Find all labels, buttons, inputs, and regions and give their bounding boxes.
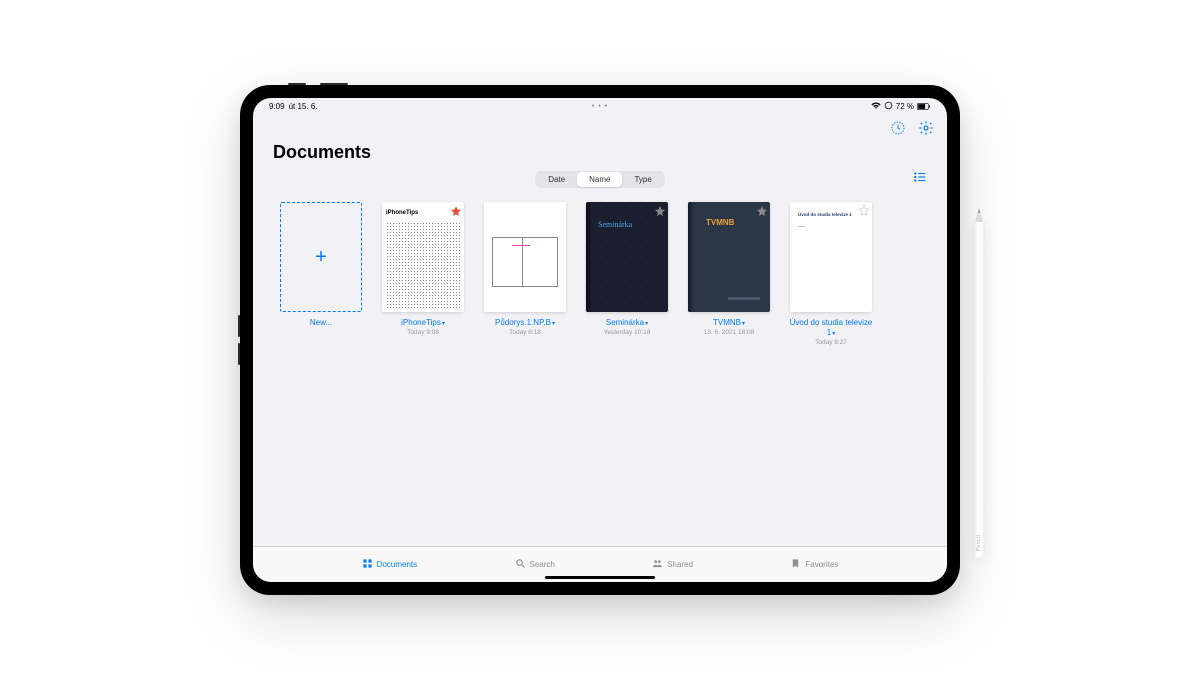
top-button [288, 83, 306, 85]
document-item[interactable]: TVMNB TVMNB▾ 13. 6. 2021 18:08 [685, 202, 773, 336]
document-item[interactable]: Půdorys.1.NP.B▾ Today 8:18 [481, 202, 569, 336]
favorite-star-icon[interactable] [654, 204, 666, 216]
document-thumbnail: Seminárka [586, 202, 668, 312]
power-button [320, 83, 348, 85]
tab-label: Search [530, 560, 555, 569]
document-thumbnail: TVMNB [688, 202, 770, 312]
sort-type[interactable]: Type [622, 172, 663, 187]
top-toolbar [253, 114, 947, 142]
page-title: Documents [253, 142, 947, 171]
favorite-star-icon[interactable] [756, 204, 768, 216]
document-thumbnail: Úvod do studia televize 1 —— [790, 202, 872, 312]
battery-icon [917, 103, 931, 110]
thumbnail-label: TVMNB [706, 218, 734, 227]
tab-label: Documents [377, 560, 417, 569]
thumbnail-title: Úvod do studia televize 1 [798, 212, 864, 218]
tab-label: Shared [667, 560, 693, 569]
people-icon [652, 558, 663, 571]
grid-icon [362, 558, 373, 571]
status-bar: 9:09 út 15. 6. • • • 72 % [253, 98, 947, 114]
tab-favorites[interactable]: Favorites [790, 558, 838, 571]
document-date: Today 8:27 [815, 339, 847, 346]
bookmark-icon [790, 558, 801, 571]
timer-icon[interactable] [889, 119, 907, 137]
orientation-lock-icon [884, 101, 893, 112]
documents-grid: + New... iPhoneTips iPhoneTips▾ Today 9:… [253, 198, 947, 546]
document-thumbnail [484, 202, 566, 312]
document-name[interactable]: TVMNB▾ [713, 318, 745, 328]
volume-down-button [238, 343, 240, 365]
sort-segmented-control: Date Name Type [535, 171, 665, 188]
chevron-down-icon: ▾ [552, 321, 555, 327]
status-battery-percent: 72 % [896, 102, 914, 111]
new-document-tile[interactable]: + New... [277, 202, 365, 328]
gear-icon[interactable] [917, 119, 935, 137]
ipad-device-frame: 9:09 út 15. 6. • • • 72 % [240, 85, 960, 595]
tab-documents[interactable]: Documents [362, 558, 417, 571]
pencil-label: Pencil [976, 535, 982, 552]
new-document-label: New... [310, 318, 332, 328]
sort-row: Date Name Type [253, 171, 947, 198]
status-time: 9:09 [269, 102, 285, 111]
chevron-down-icon: ▾ [442, 321, 445, 327]
thumbnail-label: Seminárka [598, 220, 632, 229]
home-indicator[interactable] [545, 576, 655, 579]
tab-label: Favorites [805, 560, 838, 569]
tab-shared[interactable]: Shared [652, 558, 693, 571]
list-view-icon[interactable] [913, 170, 927, 189]
chevron-down-icon: ▾ [645, 321, 648, 327]
volume-up-button [238, 315, 240, 337]
wifi-icon [871, 102, 881, 110]
favorite-star-icon[interactable] [858, 204, 870, 216]
sort-date[interactable]: Date [536, 172, 577, 187]
plus-icon: + [280, 202, 362, 312]
document-date: Yesterday 10:18 [604, 329, 651, 336]
document-item[interactable]: Seminárka Seminárka▾ Yesterday 10:18 [583, 202, 671, 336]
document-thumbnail: iPhoneTips [382, 202, 464, 312]
document-name[interactable]: Seminárka▾ [606, 318, 648, 328]
search-icon [515, 558, 526, 571]
chevron-down-icon: ▾ [832, 331, 835, 337]
chevron-down-icon: ▾ [742, 321, 745, 327]
tab-search[interactable]: Search [515, 558, 555, 571]
multitask-dots[interactable]: • • • [592, 103, 608, 110]
document-date: Today 8:18 [509, 329, 541, 336]
document-name[interactable]: Úvod do studia televize 1▾ [787, 318, 875, 338]
sort-name[interactable]: Name [577, 172, 622, 187]
ipad-screen: 9:09 út 15. 6. • • • 72 % [253, 98, 947, 582]
thumbnail-subtitle: —— [798, 224, 864, 229]
apple-pencil: Pencil [973, 208, 985, 558]
document-date: 13. 6. 2021 18:08 [704, 329, 755, 336]
document-date: Today 9:08 [407, 329, 439, 336]
favorite-star-icon[interactable] [450, 204, 462, 216]
document-item[interactable]: Úvod do studia televize 1 —— Úvod do stu… [787, 202, 875, 346]
document-name[interactable]: Půdorys.1.NP.B▾ [495, 318, 555, 328]
document-name[interactable]: iPhoneTips▾ [401, 318, 445, 328]
document-item[interactable]: iPhoneTips iPhoneTips▾ Today 9:08 [379, 202, 467, 336]
status-date: út 15. 6. [289, 102, 318, 111]
